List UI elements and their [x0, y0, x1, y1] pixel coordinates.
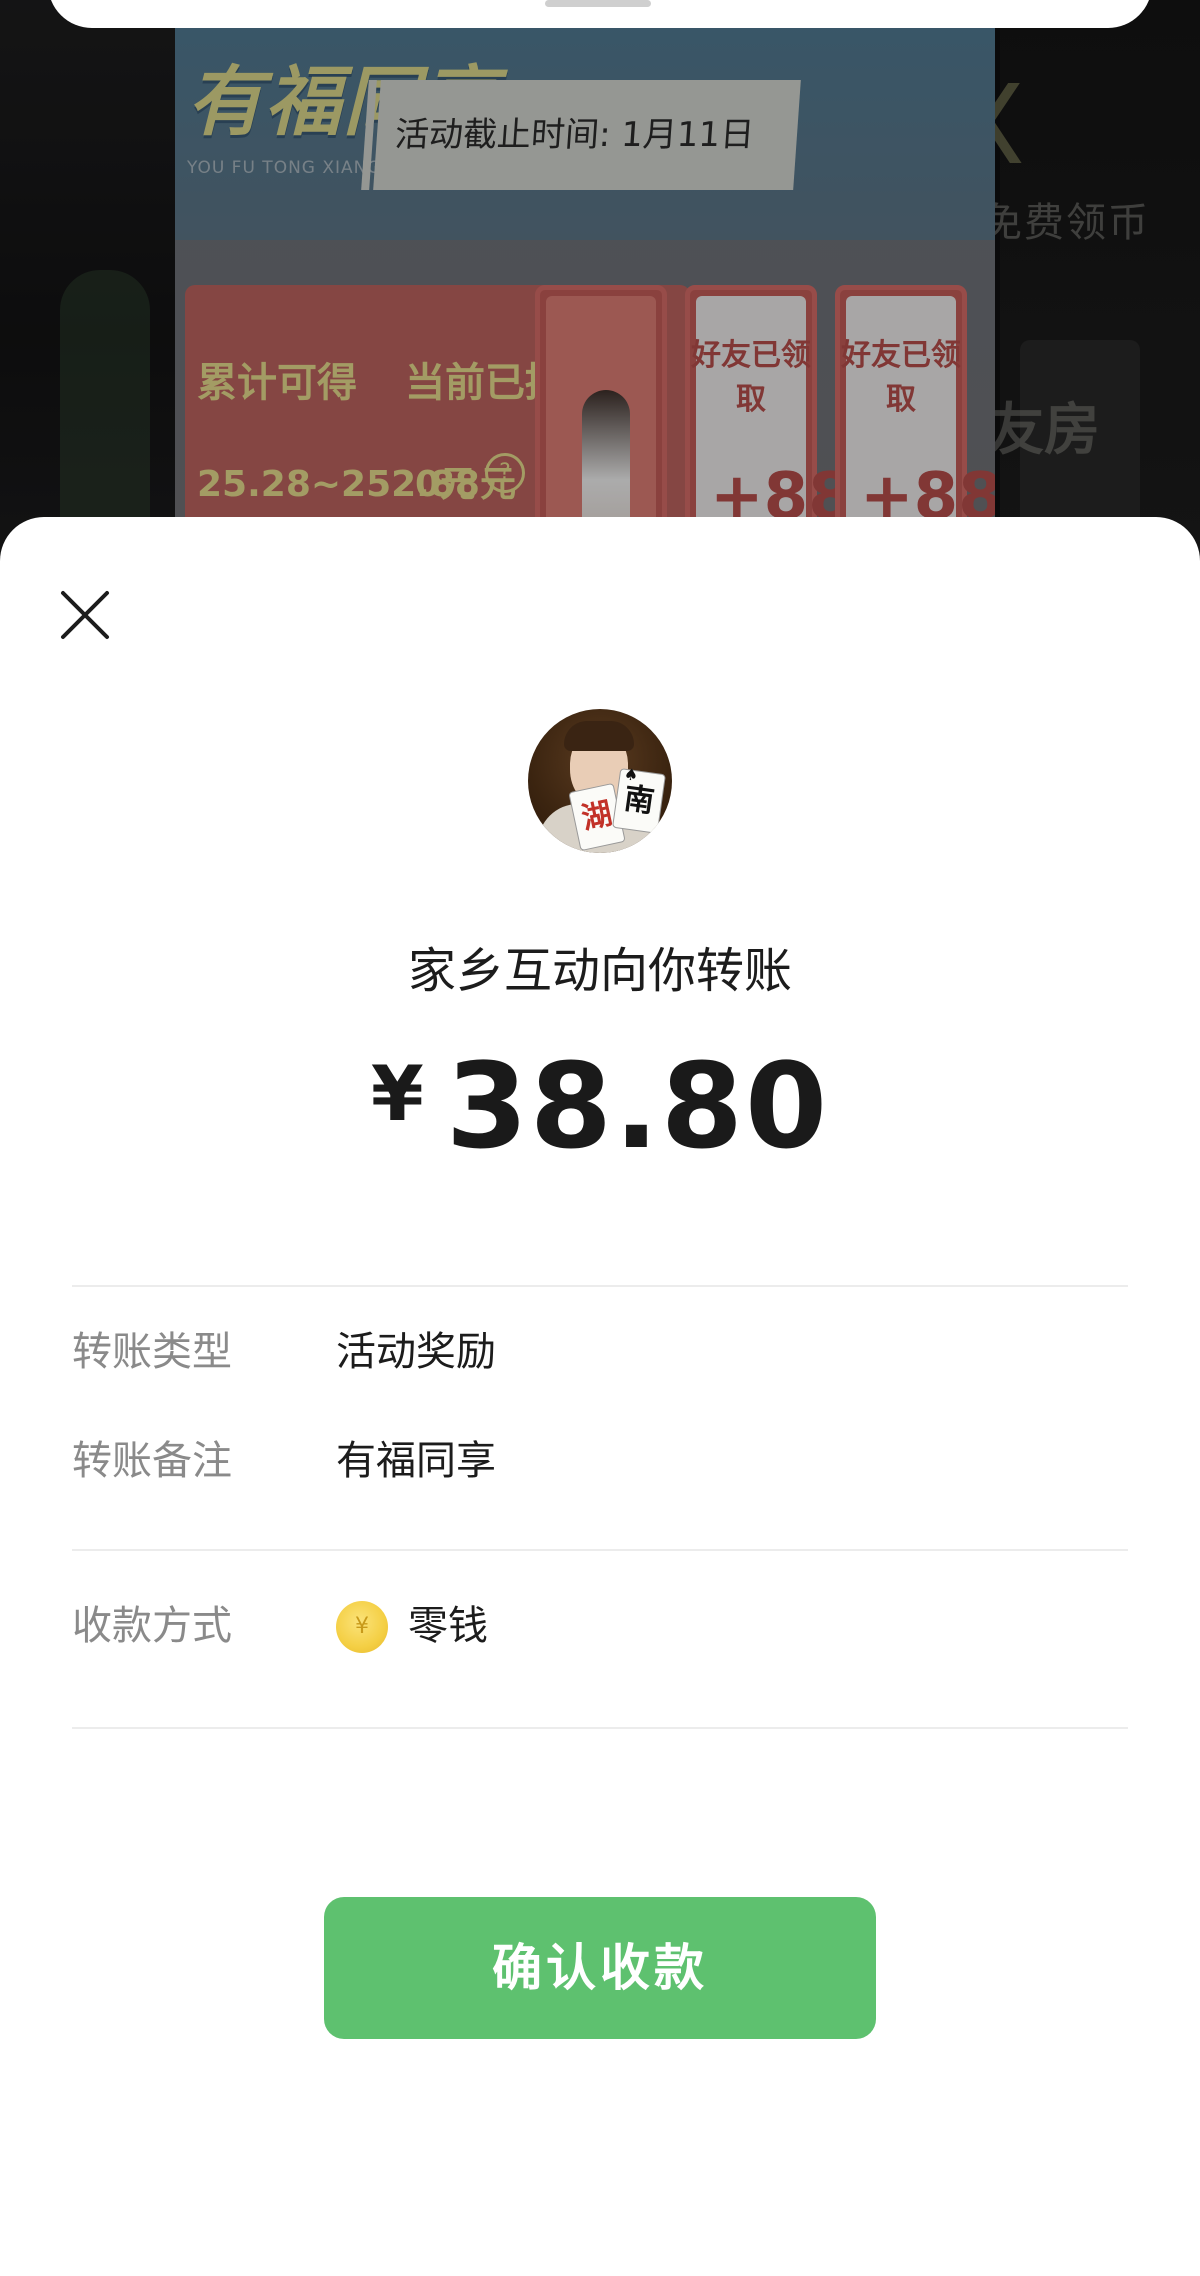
close-button[interactable]	[55, 585, 115, 645]
top-sheet	[48, 0, 1152, 28]
detail-row-method: 收款方式 ¥ 零钱	[72, 1591, 1128, 1661]
background-dim-overlay	[0, 0, 1200, 560]
transfer-title: 家乡互动向你转账	[407, 943, 792, 999]
currency-symbol: ¥	[370, 1049, 424, 1138]
transfer-sheet: 湖 南 ♠ 家乡互动向你转账 ¥38.80 转账类型 活动奖励 转账备注 有福同…	[0, 517, 1200, 2276]
avatar-card-nan: 南	[612, 768, 666, 834]
transfer-type-value: 活动奖励	[336, 1329, 496, 1375]
transfer-amount: ¥38.80	[0, 1037, 1200, 1175]
divider	[72, 1285, 1128, 1287]
spade-icon: ♠	[622, 764, 640, 785]
coin-icon: ¥	[336, 1601, 388, 1653]
divider	[72, 1727, 1128, 1729]
background-promo: X 免费领币 亲友房 有福同享 YOU FU TONG XIANG 活动截止时间…	[0, 0, 1200, 560]
amount-value: 38.80	[445, 1037, 830, 1175]
transfer-type-label: 转账类型	[72, 1329, 232, 1375]
close-icon	[61, 591, 109, 639]
detail-row-type: 转账类型 活动奖励	[72, 1317, 1128, 1387]
confirm-receipt-button[interactable]: 确认收款	[324, 1897, 876, 2039]
drag-handle[interactable]	[545, 0, 651, 7]
detail-row-note: 转账备注 有福同享	[72, 1426, 1128, 1496]
transfer-note-label: 转账备注	[72, 1438, 232, 1484]
payment-method-value: 零钱	[408, 1603, 488, 1649]
transfer-note-value: 有福同享	[336, 1438, 496, 1484]
sender-avatar: 湖 南 ♠	[528, 709, 672, 853]
divider	[72, 1549, 1128, 1551]
payment-method-label: 收款方式	[72, 1603, 232, 1649]
